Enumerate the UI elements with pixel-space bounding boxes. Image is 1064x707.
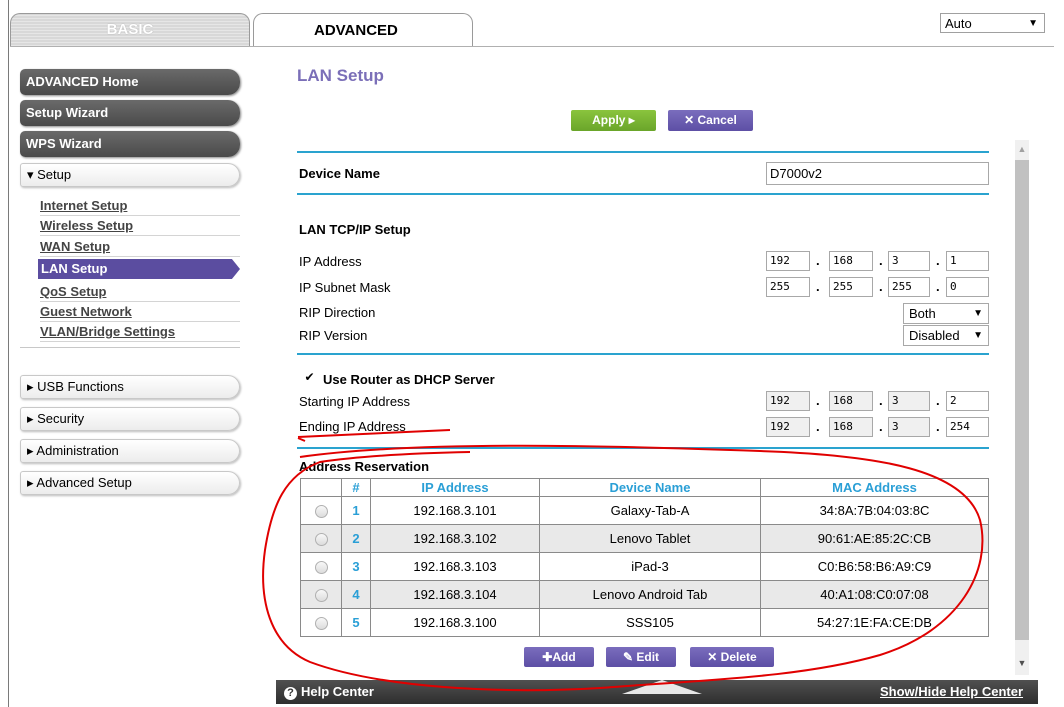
annotation-overlay	[262, 429, 984, 692]
annotation-circle	[262, 444, 984, 692]
annotation-underline	[297, 429, 451, 442]
